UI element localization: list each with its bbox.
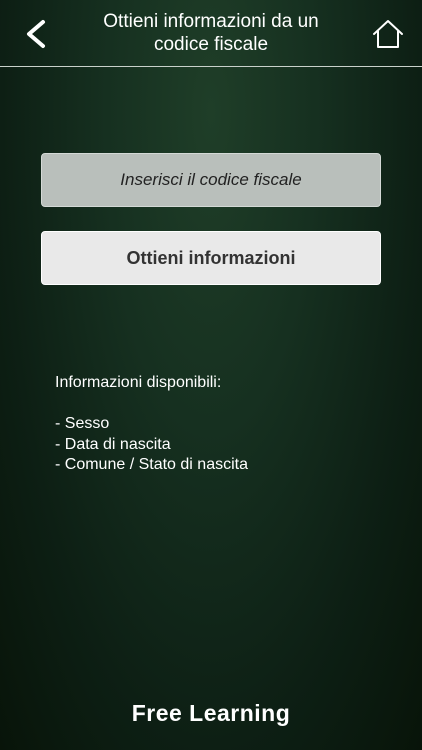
list-item: - Sesso xyxy=(55,415,110,432)
available-info-panel: Informazioni disponibili: - Sesso - Data… xyxy=(55,373,375,476)
list-item: - Comune / Stato di nascita xyxy=(55,456,248,473)
home-button[interactable] xyxy=(366,12,410,56)
page-title: Ottieni informazioni da un codice fiscal… xyxy=(80,10,342,56)
get-info-button[interactable]: Ottieni informazioni xyxy=(41,231,381,285)
available-info-list: - Sesso - Data di nascita - Comune / Sta… xyxy=(55,414,375,476)
page-title-line-2: codice fiscale xyxy=(153,34,269,55)
page-title-line-1: Ottieni informazioni da un xyxy=(103,11,319,32)
home-icon xyxy=(373,20,403,48)
nav-bar: Ottieni informazioni da un codice fiscal… xyxy=(0,0,422,67)
codice-fiscale-input[interactable] xyxy=(41,153,381,207)
available-info-heading: Informazioni disponibili: xyxy=(55,374,222,391)
list-item: - Data di nascita xyxy=(55,435,171,453)
brand-logo: Free Learning xyxy=(131,700,291,726)
back-button[interactable] xyxy=(14,12,58,56)
chevron-left-icon xyxy=(27,20,45,48)
